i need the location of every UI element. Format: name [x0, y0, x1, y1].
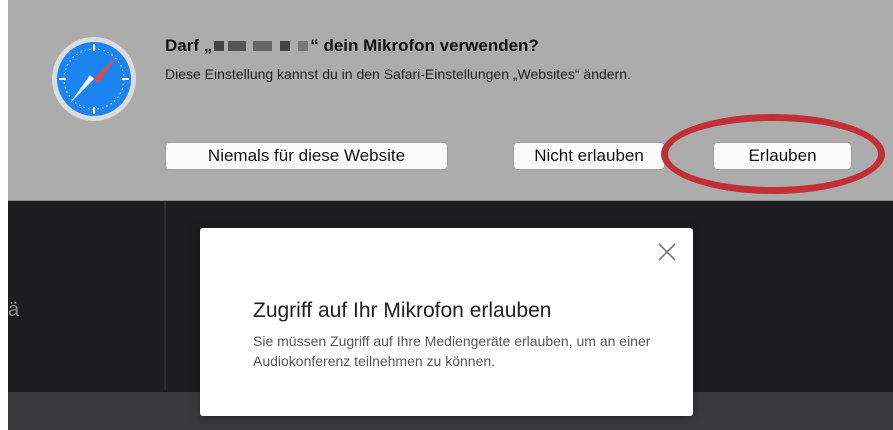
- permission-title-suffix: “ dein Mikrofon verwenden?: [310, 36, 539, 55]
- close-icon[interactable]: [657, 242, 677, 262]
- microphone-access-dialog: Zugriff auf Ihr Mikrofon erlauben Sie mü…: [200, 228, 693, 416]
- never-for-this-website-button[interactable]: Niemals für diese Website: [165, 142, 448, 170]
- safari-compass-icon: [52, 37, 136, 121]
- redacted-site-name: [214, 41, 309, 52]
- dialog-title: Zugriff auf Ihr Mikrofon erlauben: [253, 299, 552, 322]
- allow-button[interactable]: Erlauben: [713, 142, 852, 170]
- permission-title: Darf „ “ dein Mikrofon verwenden?: [165, 36, 539, 56]
- app-side-glyph: ä: [8, 299, 20, 321]
- app-divider: [164, 200, 166, 390]
- permission-subtitle: Diese Einstellung kannst du in den Safar…: [165, 66, 631, 82]
- permission-title-prefix: Darf „: [165, 36, 213, 55]
- dialog-body: Sie müssen Zugriff auf Ihre Mediengeräte…: [253, 333, 651, 369]
- deny-button[interactable]: Nicht erlauben: [513, 142, 665, 170]
- browser-viewport: ä Darf „ “ dein Mikrofon verwenden? Diese…: [8, 0, 893, 430]
- microphone-permission-sheet: Darf „ “ dein Mikrofon verwenden? Diese E…: [8, 0, 893, 201]
